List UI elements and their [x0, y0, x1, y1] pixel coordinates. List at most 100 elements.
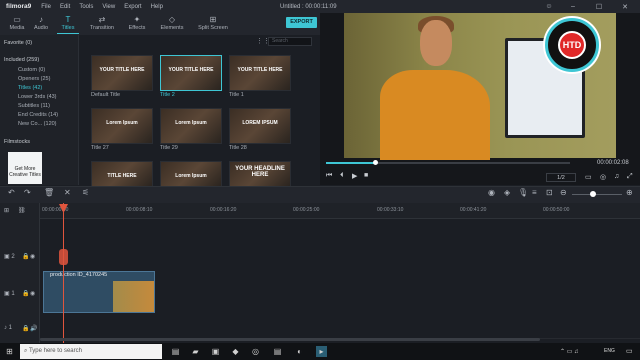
eye-icon[interactable]: ◉ — [30, 290, 35, 297]
minimize-icon[interactable]: – — [560, 0, 586, 13]
stop-icon[interactable]: ■ — [364, 172, 368, 179]
render-icon[interactable]: ◉ — [488, 188, 495, 197]
mic-icon[interactable]: 🎙 — [518, 188, 528, 197]
sidebar-item-custom[interactable]: Custom (0) — [18, 67, 45, 73]
menu-file[interactable]: File — [41, 4, 51, 10]
zoom-out-icon[interactable]: ⊖ — [560, 188, 567, 197]
grid-view-icon[interactable]: ⋮⋮ — [256, 37, 270, 45]
title-tile[interactable]: Lorem Ipsum — [91, 108, 153, 144]
media-toolbar: ▭ Media ♪ Audio T Titles ⇄ Transition ✦ Effec… — [0, 13, 320, 35]
crop-icon[interactable]: ⊡ — [546, 188, 553, 197]
sidebar-included[interactable]: Included (259) — [4, 57, 39, 63]
lock-icon[interactable]: 🔒 — [22, 290, 29, 297]
adjust-icon[interactable]: ⚟ — [82, 188, 89, 197]
maximize-icon[interactable]: ☐ — [586, 0, 612, 13]
account-icon[interactable]: ☺ — [536, 0, 562, 13]
play-icon[interactable]: ▶ — [352, 172, 357, 180]
fullscreen-icon[interactable]: ⤢ — [627, 173, 633, 181]
snapshot-icon[interactable]: ◎ — [600, 173, 606, 181]
ruler-tick: 00:00:08:10 — [126, 207, 153, 213]
title-caption: Title 27 — [91, 145, 109, 151]
sidebar-item-end-credits[interactable]: End Credits (14) — [18, 112, 58, 118]
monitor-icon[interactable]: ▭ — [585, 173, 592, 181]
lock-icon[interactable]: 🔒 — [22, 325, 29, 332]
tab-titles[interactable]: T Titles — [51, 15, 85, 34]
cut-icon[interactable]: ✕ — [64, 188, 71, 197]
search-icon: ⌕ — [24, 348, 28, 354]
language-indicator[interactable]: ENG — [604, 348, 615, 354]
window-title: Untitled : 00:00:11:09 — [280, 3, 337, 10]
windows-start-icon[interactable]: ⊞ — [4, 346, 15, 357]
volume-icon[interactable]: ♫ — [614, 173, 619, 180]
list-icon[interactable]: ≡ — [532, 188, 537, 197]
playhead-line[interactable] — [63, 203, 64, 343]
title-tile[interactable]: Lorem Ipsum — [160, 108, 222, 144]
sidebar-item-lower-3rds[interactable]: Lower 3rds (43) — [18, 94, 57, 100]
tab-effects[interactable]: ✦ Effects — [120, 15, 154, 34]
file-explorer-icon[interactable]: ▰ — [190, 346, 201, 357]
menu-tools[interactable]: Tools — [79, 4, 93, 10]
track-video-2-label: ▣ 2 — [4, 254, 15, 260]
preview-ratio-select[interactable]: 1/2 — [546, 173, 576, 182]
sidebar-item-openers[interactable]: Openers (25) — [18, 76, 50, 82]
title-tile[interactable]: LOREM IPSUM — [229, 108, 291, 144]
tab-split-screen[interactable]: ⊞ Split Screen — [193, 15, 233, 34]
taskbar-search-input[interactable]: ⌕ Type here to search — [20, 344, 162, 359]
title-tile[interactable]: YOUR TITLE HERE — [229, 55, 291, 91]
zoom-slider[interactable] — [572, 194, 622, 195]
sidebar-item-titles[interactable]: Titles (42) — [18, 85, 42, 91]
title-tile[interactable]: YOUR TITLE HERE — [160, 55, 222, 91]
zoom-slider-handle[interactable] — [590, 191, 596, 197]
zoom-in-icon[interactable]: ⊕ — [626, 188, 633, 197]
skip-back-icon[interactable]: ⏮ — [326, 172, 332, 180]
effects-icon: ✦ — [133, 15, 141, 24]
delete-icon[interactable]: 🗑 — [44, 188, 54, 197]
title-caption: Title 1 — [229, 92, 244, 98]
tab-transition[interactable]: ⇄ Transition — [85, 15, 119, 34]
title-tile[interactable]: YOUR HEADLINE HERE — [229, 161, 291, 187]
play-back-icon[interactable]: ⏴ — [340, 172, 344, 180]
title-tile[interactable]: YOUR TITLE HERE — [91, 55, 153, 91]
tab-elements[interactable]: ◇ Elements — [155, 15, 189, 34]
timeline-scrollbar[interactable] — [40, 338, 540, 341]
task-view-icon[interactable]: ▤ — [170, 346, 181, 357]
sidebar-filmstocks[interactable]: Filmstocks — [4, 139, 30, 145]
ruler-tick: 00:00:41:20 — [460, 207, 487, 213]
titles-icon: T — [65, 15, 71, 24]
app-icon[interactable]: ◆ — [230, 346, 241, 357]
app-icon[interactable]: ◐ — [294, 346, 305, 357]
video-track-2[interactable] — [40, 220, 640, 269]
link-icon[interactable]: ⛓ — [18, 207, 26, 214]
lock-icon[interactable]: 🔒 — [22, 253, 29, 260]
app-icon[interactable]: ▤ — [272, 346, 283, 357]
close-icon[interactable]: ✕ — [612, 0, 638, 13]
shield-icon[interactable]: ◈ — [504, 188, 510, 197]
search-input[interactable]: Search — [268, 37, 312, 46]
menu-export[interactable]: Export — [124, 4, 141, 10]
menu-edit[interactable]: Edit — [60, 4, 70, 10]
export-button[interactable]: EXPORT — [286, 17, 317, 28]
add-track-icon[interactable]: ⊞ — [4, 207, 9, 214]
menu-view[interactable]: View — [102, 4, 115, 10]
chrome-icon[interactable]: ◎ — [250, 346, 261, 357]
notification-icon[interactable]: ▭ — [626, 347, 633, 355]
undo-icon[interactable]: ↶ — [8, 188, 15, 197]
title-tile[interactable]: Lorem Ipsum — [160, 161, 222, 187]
sidebar-favorite[interactable]: Favorite (0) — [4, 40, 32, 46]
filmstock-promo[interactable]: Get More Creative Titles — [8, 152, 42, 184]
title-tile[interactable]: TITLE HERE — [91, 161, 153, 187]
eye-icon[interactable]: ◉ — [30, 253, 35, 260]
app-icon[interactable]: ▣ — [210, 346, 221, 357]
menu-help[interactable]: Help — [151, 4, 163, 10]
sidebar-item-subtitles[interactable]: Subtitles (11) — [18, 103, 50, 109]
mute-icon[interactable]: 🔊 — [30, 325, 37, 332]
redo-icon[interactable]: ↷ — [24, 188, 31, 197]
filmora-taskbar-icon[interactable]: ▸ — [316, 346, 327, 357]
ruler-tick: 00:00:25:00 — [293, 207, 320, 213]
clip-thumbnail — [113, 281, 154, 312]
title-caption: Title 2 — [160, 92, 175, 98]
audio-track-1[interactable] — [40, 316, 640, 339]
sidebar-item-new[interactable]: New Co... (120) — [18, 121, 57, 127]
preview-scrubber-handle[interactable] — [373, 160, 378, 165]
tray-icons[interactable]: ⌃ ▭ ♫ — [560, 348, 579, 355]
